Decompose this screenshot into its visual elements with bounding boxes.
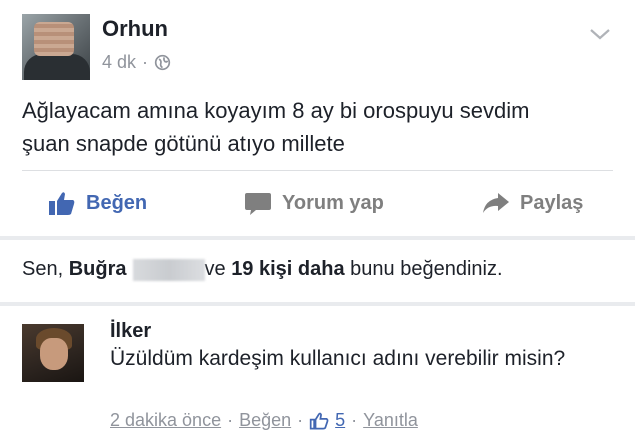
comment-like-count[interactable]: 5 [309, 410, 345, 431]
comment-like-link[interactable]: Beğen [239, 410, 291, 431]
comment-author-name[interactable]: İlker [110, 320, 151, 343]
comment-meta: 2 dakika önce · Beğen · 5 · Yanıtla [110, 410, 418, 431]
post-text-line: şuan snapde götünü atıyo millete [22, 131, 345, 156]
commenter-avatar[interactable] [22, 324, 84, 382]
like-button-label: Beğen [86, 191, 148, 214]
post-body: Ağlayacam amına koyayım 8 ay bi orospuyu… [22, 94, 612, 160]
thumbs-up-icon [49, 192, 75, 215]
meta-separator: · [351, 410, 358, 430]
facebook-post: Orhun 4 dk · Ağlayacam amına koyayım 8 a… [0, 0, 635, 442]
like-button[interactable]: Beğen [48, 182, 147, 224]
post-text-line: Ağlayacam amına koyayım 8 ay bi orospuyu… [22, 98, 530, 123]
post-author-name[interactable]: Orhun [102, 16, 168, 42]
section-separator [0, 302, 635, 306]
action-bar: Beğen Yorum yap Paylaş [0, 182, 635, 224]
globe-icon[interactable] [154, 54, 171, 71]
likes-suffix: bunu beğendiniz. [344, 258, 503, 280]
chevron-down-icon[interactable] [588, 26, 612, 42]
comment-text: Üzüldüm kardeşim kullanıcı adını verebil… [110, 347, 566, 370]
avatar-blurred-face [34, 22, 74, 56]
likes-friend-name[interactable]: Buğra [69, 258, 127, 281]
meta-separator: · [142, 52, 149, 72]
section-separator [0, 236, 635, 240]
comment-button-label: Yorum yap [282, 191, 384, 214]
author-avatar[interactable] [22, 14, 90, 80]
comment-button[interactable]: Yorum yap [244, 182, 384, 224]
share-arrow-icon [483, 193, 509, 213]
avatar-figure [24, 54, 90, 80]
thumbs-up-outline-icon [309, 412, 329, 429]
share-button[interactable]: Paylaş [482, 182, 583, 224]
comment-time[interactable]: 2 dakika önce [110, 410, 221, 431]
meta-separator: · [227, 410, 234, 430]
comment-icon [245, 193, 271, 215]
likes-summary[interactable]: Sen, Buğra ve 19 kişi daha bunu beğendin… [22, 258, 503, 281]
likes-middle: ve [204, 258, 232, 280]
meta-separator: · [297, 410, 304, 430]
likes-others-count[interactable]: 19 kişi daha [231, 258, 344, 281]
like-count-value: 5 [335, 410, 346, 430]
divider [22, 170, 613, 171]
redacted-name [132, 258, 205, 281]
avatar-face [40, 338, 68, 370]
likes-prefix: Sen, [22, 258, 69, 280]
share-button-label: Paylaş [520, 191, 584, 214]
post-time[interactable]: 4 dk [102, 52, 136, 73]
comment-reply-link[interactable]: Yanıtla [363, 410, 418, 431]
post-meta: 4 dk · [102, 52, 171, 73]
